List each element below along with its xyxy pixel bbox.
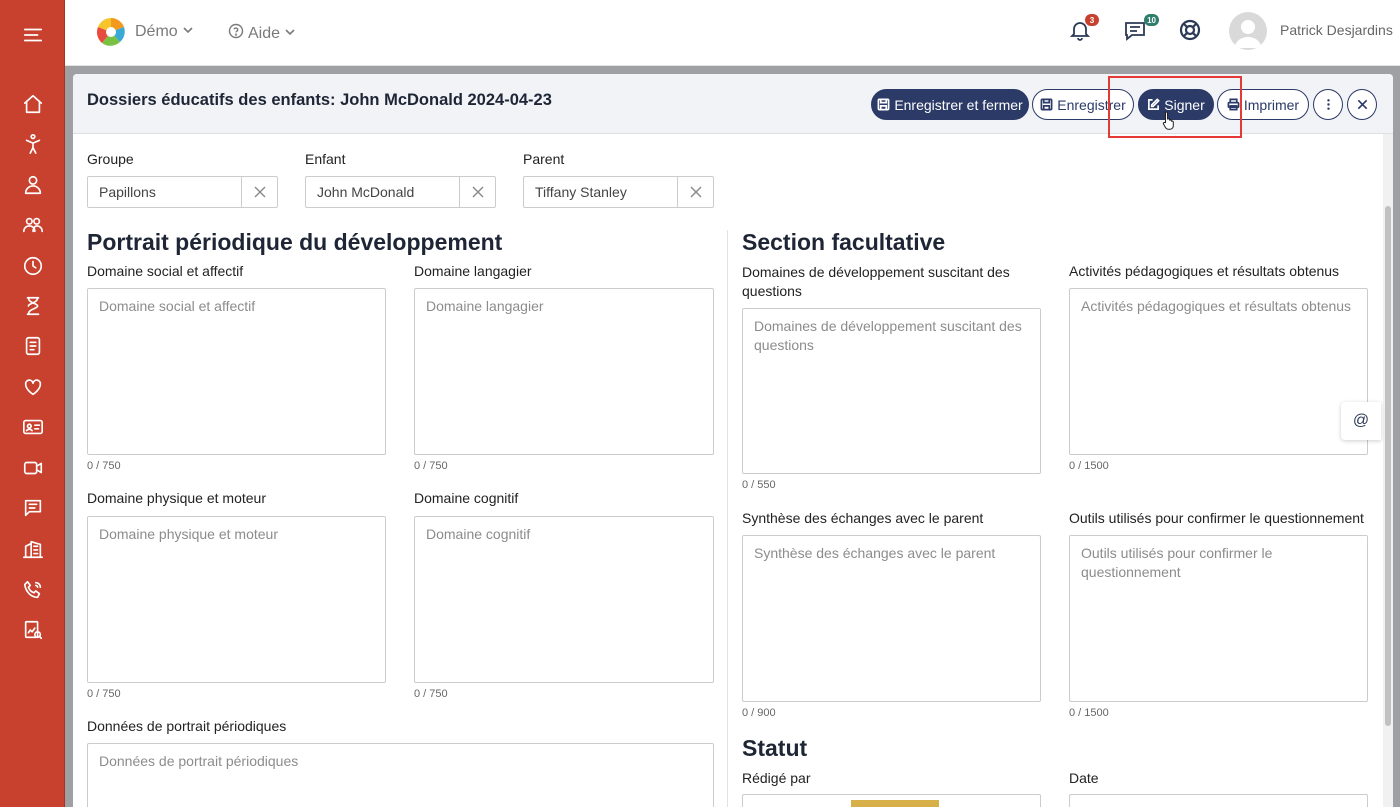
social-textarea[interactable]: [87, 288, 386, 455]
groupe-select[interactable]: Papillons: [87, 176, 278, 208]
hand-cursor-icon: [1162, 111, 1174, 130]
langagier-counter: 0 / 750: [414, 460, 448, 472]
clear-icon[interactable]: [241, 177, 277, 207]
langagier-label: Domaine langagier: [414, 263, 532, 279]
parent-value: Tiffany Stanley: [535, 184, 627, 200]
document-icon[interactable]: [0, 331, 65, 361]
domaines-textarea[interactable]: [742, 308, 1041, 474]
close-button[interactable]: [1347, 89, 1377, 120]
column-divider: [727, 230, 728, 807]
groupe-value: Papillons: [99, 184, 156, 200]
synthese-counter: 0 / 900: [742, 707, 776, 719]
building-icon[interactable]: [0, 534, 65, 564]
cognitif-counter: 0 / 750: [414, 688, 448, 700]
user-name[interactable]: Patrick Desjardins: [1280, 22, 1393, 38]
physique-counter: 0 / 750: [87, 688, 121, 700]
floppy-disk-icon: [877, 98, 890, 111]
heart-icon[interactable]: [0, 372, 65, 402]
groupe-label: Groupe: [87, 151, 134, 167]
outils-textarea[interactable]: [1069, 535, 1368, 702]
hourglass-icon[interactable]: [0, 291, 65, 321]
cognitif-textarea[interactable]: [414, 516, 714, 683]
social-counter: 0 / 750: [87, 460, 121, 472]
donnees-textarea[interactable]: [87, 743, 714, 807]
topbar: Démo Aide 3 10 Patrick Desjardins: [65, 0, 1400, 66]
vertical-dots-icon: [1326, 99, 1330, 110]
video-icon[interactable]: [0, 453, 65, 483]
portrait-section-title: Portrait périodique du développement: [87, 229, 503, 255]
synthese-textarea[interactable]: [742, 535, 1041, 702]
at-sign-icon: @: [1352, 412, 1370, 429]
aide-menu[interactable]: Aide: [228, 23, 296, 44]
help-circle-icon: [228, 23, 244, 44]
id-card-icon[interactable]: [0, 412, 65, 442]
staff-icon[interactable]: [0, 170, 65, 200]
print-label: Imprimer: [1243, 96, 1300, 113]
domaines-label-line-1: Domaines de développement suscitant des: [742, 264, 1010, 280]
enfant-label: Enfant: [305, 151, 346, 167]
activites-counter: 0 / 1500: [1069, 460, 1109, 472]
save-and-close-button[interactable]: Enregistrer et fermer: [871, 89, 1029, 120]
scrollbar-thumb[interactable]: [1385, 206, 1391, 726]
langagier-textarea[interactable]: [414, 288, 714, 455]
demo-menu[interactable]: Démo: [135, 23, 194, 41]
physique-label: Domaine physique et moteur: [87, 490, 266, 506]
home-icon[interactable]: [0, 89, 65, 119]
outils-label: Outils utilisés pour confirmer le questi…: [1069, 510, 1364, 526]
facultative-section-title: Section facultative: [742, 229, 946, 255]
chevron-down-icon: [284, 25, 296, 43]
notifications-bell-icon[interactable]: 3: [1068, 14, 1099, 46]
physique-textarea[interactable]: [87, 516, 386, 683]
clock-icon[interactable]: [0, 251, 65, 281]
chevron-down-icon: [182, 23, 194, 41]
record-panel: Dossiers éducatifs des enfants: John McD…: [73, 74, 1393, 807]
synthese-label: Synthèse des échanges avec le parent: [742, 510, 984, 526]
app-logo-icon[interactable]: [93, 14, 129, 50]
social-label: Domaine social et affectif: [87, 263, 244, 279]
date-label: Date: [1069, 770, 1099, 786]
child-icon[interactable]: [0, 129, 65, 159]
messages-badge: 10: [1144, 14, 1159, 26]
donnees-label: Données de portrait périodiques: [87, 718, 287, 734]
enfant-select[interactable]: John McDonald: [305, 176, 496, 208]
cognitif-label: Domaine cognitif: [414, 490, 519, 506]
user-avatar[interactable]: [1229, 12, 1267, 50]
activites-textarea[interactable]: [1069, 288, 1368, 455]
notifications-badge: 3: [1085, 14, 1099, 26]
scrollbar[interactable]: [1383, 134, 1393, 807]
report-icon[interactable]: [0, 615, 65, 645]
clear-icon[interactable]: [459, 177, 495, 207]
close-icon: [1357, 99, 1367, 110]
statut-section-title: Statut: [742, 735, 808, 761]
group-icon[interactable]: [0, 210, 65, 240]
parent-label: Parent: [523, 151, 565, 167]
clear-icon[interactable]: [677, 177, 713, 207]
lifebuoy-support-icon[interactable]: [1178, 18, 1206, 46]
demo-menu-label: Démo: [135, 23, 178, 40]
floppy-disk-icon: [1040, 98, 1053, 111]
activites-label: Activités pédagogiques et résultats obte…: [1069, 263, 1340, 279]
outils-counter: 0 / 1500: [1069, 707, 1109, 719]
panel-header: Dossiers éducatifs des enfants: John McD…: [73, 74, 1393, 138]
domaines-label: Domaines de développement suscitant des …: [742, 263, 1010, 301]
chat-icon[interactable]: [0, 493, 65, 523]
date-field[interactable]: [1069, 794, 1368, 807]
parent-select[interactable]: Tiffany Stanley: [523, 176, 714, 208]
messages-icon[interactable]: 10: [1123, 14, 1159, 46]
phone-icon[interactable]: [0, 575, 65, 605]
status-indicator: [851, 800, 939, 807]
domaines-counter: 0 / 550: [742, 479, 776, 491]
mention-at-button[interactable]: @: [1341, 402, 1381, 440]
aide-menu-label: Aide: [248, 24, 281, 42]
more-options-button[interactable]: [1313, 89, 1343, 120]
menu-icon[interactable]: [0, 20, 65, 50]
domaines-label-line-2: questions: [742, 283, 802, 299]
sidebar: [0, 0, 65, 807]
page-title: Dossiers éducatifs des enfants: John McD…: [87, 91, 552, 109]
enfant-value: John McDonald: [317, 184, 415, 200]
save-and-close-label: Enregistrer et fermer: [894, 96, 1023, 113]
redige-par-label: Rédigé par: [742, 770, 811, 786]
